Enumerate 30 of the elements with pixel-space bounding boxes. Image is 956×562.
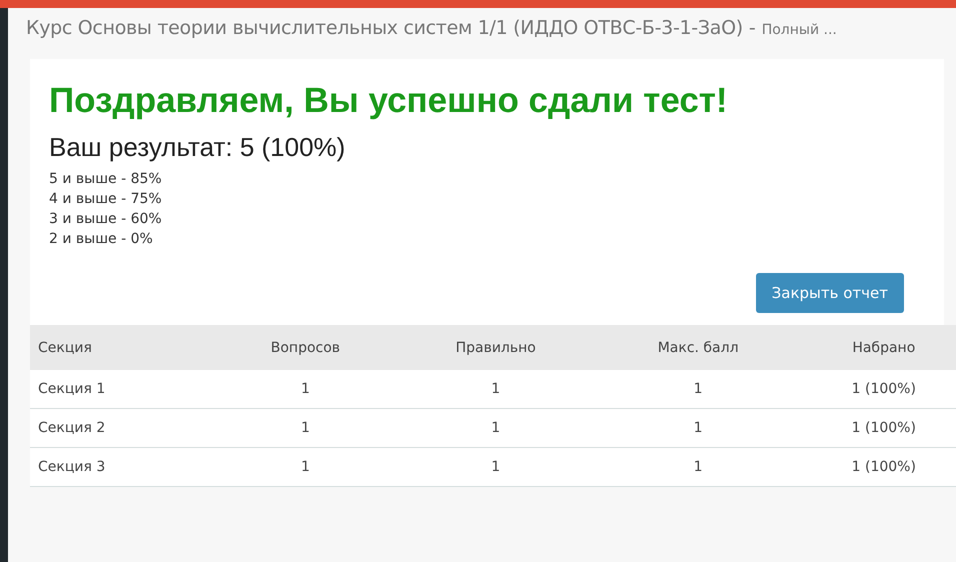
success-heading: Поздравляем, Вы успешно сдали тест! [49, 80, 729, 122]
table-cell: Секция 2 [30, 408, 216, 448]
grade-threshold: 2 и выше - 0% [49, 230, 154, 249]
grade-threshold: 4 и выше - 75% [49, 190, 163, 209]
title-suffix: Полный ... [762, 22, 837, 38]
table-cell: 1 [596, 408, 800, 448]
course-title: Курс Основы теории вычислительных систем 1/1 (ИДДО ОТВС-Б-3-1-ЗаО) [26, 17, 743, 39]
table-cell: 1 [394, 370, 597, 408]
table-cell: 1 [216, 408, 395, 448]
column-header: Вопросов [216, 325, 395, 370]
grade-threshold: 3 и выше - 60% [49, 210, 163, 229]
score-text: Ваш результат: 5 (100%) [49, 132, 346, 163]
table-cell: Секция 3 [30, 448, 216, 486]
table-cell: 1 (100%) [800, 408, 956, 448]
table-cell: 1 [394, 448, 597, 486]
table-cell: 1 [216, 370, 395, 408]
table-cell: 1 [394, 408, 597, 448]
column-header: Набрано [800, 325, 956, 370]
title-separator: - [748, 17, 756, 39]
table-cell: 1 [596, 370, 800, 408]
column-header: Макс. балл [596, 325, 800, 370]
column-header: Секция [30, 325, 216, 370]
table-cell: 1 [596, 448, 800, 486]
column-header: Правильно [394, 325, 597, 370]
grade-threshold: 5 и выше - 85% [49, 170, 163, 189]
table-cell: 1 (100%) [800, 448, 956, 486]
table-cell: 1 (100%) [800, 370, 956, 408]
table-cell: 1 [216, 448, 395, 486]
table-cell: Секция 1 [30, 370, 216, 408]
close-report-button[interactable]: Закрыть отчет [756, 273, 904, 313]
